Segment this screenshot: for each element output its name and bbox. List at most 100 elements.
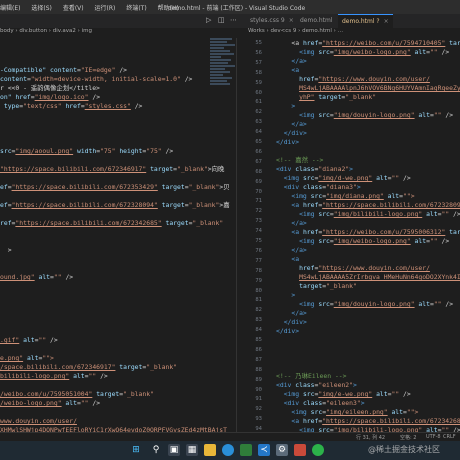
code-token: /> [88,399,101,407]
code-token: target [299,282,323,290]
tab-demo-html[interactable]: demo.html [296,14,336,28]
line-number: 69 [255,178,262,185]
code-token: /weibo.com/u/7595051004" [0,390,93,398]
right-editor-pane[interactable]: <a href="https://weibo.com/u/7594710405"… [274,38,460,433]
code-token: <a [291,66,300,74]
right-editor-gutter: 55 56 57 58 59 60 61 62 63 64 65 66 67 68 69 70 71 72 73 74… [238,38,274,433]
breadcrumb-item[interactable]: div.button [19,28,47,34]
windows-icon[interactable]: ⊞ [130,444,142,456]
code-line[interactable]: src="img/aooul.png" width="75" height="7… [0,146,173,156]
menu-terminal[interactable]: 终端(T) [126,5,146,12]
vscode-icon[interactable]: ≺ [258,444,270,456]
code-line[interactable]: "https://space.bilibili.com/672346917" t… [0,164,224,174]
breadcrumb-item[interactable]: img [82,28,92,34]
code-token: "75" [100,147,116,155]
code-token: alt [387,408,403,416]
line-number: 71 [255,198,262,205]
tab-label: styles.css 9 [250,17,285,24]
run-icon[interactable]: ▷ [206,16,211,24]
code-token: r <<0 - [0,84,31,92]
code-token: <a [291,39,303,47]
code-token: <img [283,390,303,398]
tab-demo-html-active[interactable]: demo.html ? × [338,14,393,28]
settings-icon[interactable]: ⚙ [276,444,288,456]
tab-styles-css[interactable]: styles.css 9 × [246,14,298,28]
code-token: "img/weibo-logo.png" [333,48,411,56]
code-line[interactable]: ef="https://space.bilibili.com/672328094… [0,200,230,210]
minimap[interactable] [210,38,238,108]
widgets-icon[interactable]: ▦ [186,444,198,456]
code-line[interactable]: </div> [276,137,299,147]
store-icon[interactable] [240,444,252,456]
line-number: 55 [255,40,262,46]
editor-tab-bar: ▷ ◫ ⋯ styles.css 9 × demo.html demo.html … [0,14,460,28]
code-line[interactable]: bilibili-logo.png" alt="" /> [0,371,108,381]
line-number: 91 [255,396,262,403]
code-token: "https://www.douyin.com/user/ [318,264,430,272]
code-token: </a> [291,120,307,128]
breadcrumb-item[interactable]: … [338,28,344,34]
menu-edit[interactable]: 编辑(E) [0,5,20,12]
code-token: class [295,165,315,173]
line-number: 77 [255,257,262,264]
line-number: 60 [255,89,262,96]
code-token: alt [422,210,438,218]
cursor-position[interactable]: 行 31, 列 42 [356,434,385,441]
encoding[interactable]: UTF-8 [426,434,441,440]
editor-divider[interactable] [236,38,237,433]
breadcrumb-item[interactable]: demo.html [302,28,332,34]
split-editor-icon[interactable]: ◫ [218,16,225,24]
code-line[interactable]: > [0,245,12,255]
close-icon[interactable]: × [384,18,389,25]
code-token: www.douyin.com/user/ [0,417,77,425]
close-icon[interactable]: × [289,17,294,24]
line-number: 93 [255,416,262,423]
code-token: type [0,102,20,110]
code-line[interactable]: type="text/css" href="styles.css" /> [0,101,143,111]
code-token: /> [61,273,74,281]
menu-view[interactable]: 查看(V) [63,5,84,12]
menu-selection[interactable]: 选择(S) [31,5,52,12]
line-number: 90 [255,386,262,393]
breadcrumb-item[interactable]: div.ava2 [53,28,76,34]
folder-icon[interactable] [204,444,216,456]
line-number: 64 [255,129,262,136]
edge-icon[interactable] [222,444,234,456]
code-token: >贝 [219,183,230,191]
code-token: <img [299,210,319,218]
breadcrumb-item[interactable]: body [0,28,14,34]
code-token: height [115,147,143,155]
code-line[interactable]: </div> [276,326,299,336]
indentation[interactable]: 空格: 2 [400,434,416,441]
more-actions-icon[interactable]: ⋯ [230,16,237,24]
code-token: "text/css" [23,102,66,110]
code-token: target [157,201,185,209]
tab-label: demo.html [300,17,333,24]
code-token: "img/logo.ico" [34,93,89,101]
breadcrumb-item[interactable]: dev<cs 9 [271,28,297,34]
photos-icon[interactable] [294,444,306,456]
code-line[interactable]: ound.jpg" alt="" /> [0,272,73,282]
line-number: 82 [255,307,262,314]
left-editor-pane[interactable]: -Compatible" content="IE=edge" /> content… [0,38,236,433]
code-line[interactable]: /weibo-logo.png" alt="" /> [0,398,100,408]
code-line[interactable]: ef="https://space.bilibili.com/672353429… [0,182,230,192]
breadcrumb-item[interactable]: Works [248,28,265,34]
search-icon[interactable]: ⚲ [150,444,162,456]
code-line[interactable]: ref="https://space.bilibili.com/67234268… [0,218,223,228]
code-token: alt [61,399,77,407]
code-token: "eileen2" [318,381,353,389]
line-number: 72 [255,208,262,215]
menu-run[interactable]: 运行(R) [95,5,116,12]
eol[interactable]: CRLF [443,434,456,440]
taskview-icon[interactable]: ▣ [168,444,180,456]
code-line[interactable]: .gif" alt="" /> [0,335,58,345]
code-token: alt [19,336,35,344]
wechat-icon[interactable] [312,444,324,456]
code-token: target [157,183,185,191]
line-number: 56 [255,49,262,56]
